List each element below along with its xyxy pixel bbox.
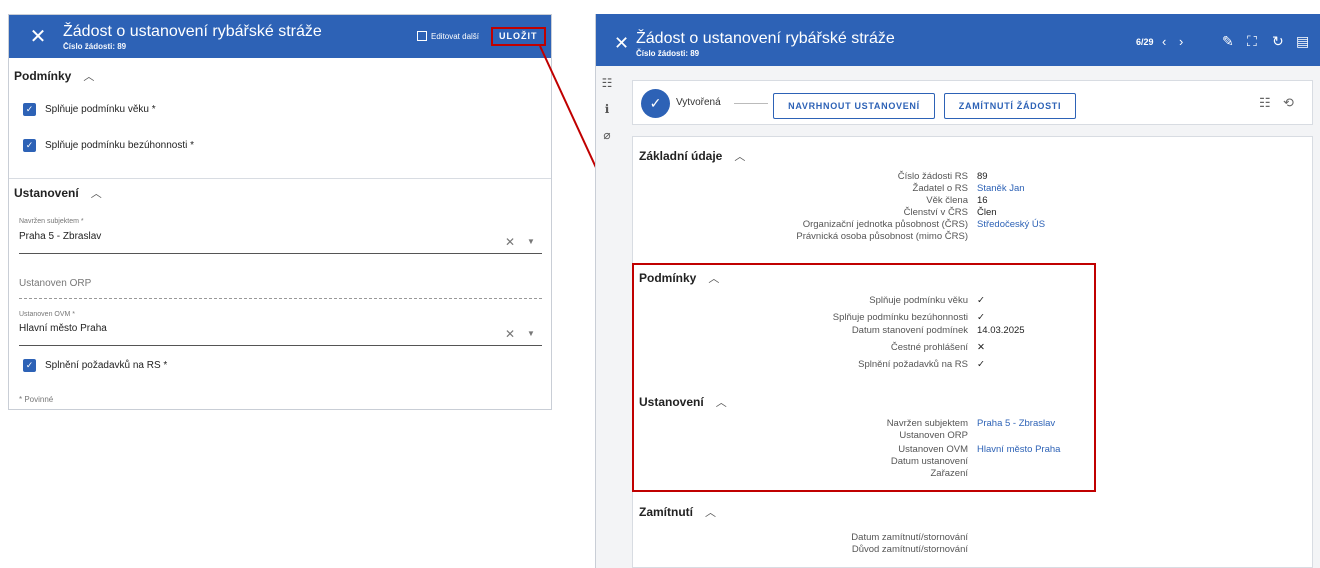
- filter-icon[interactable]: ☷: [600, 76, 614, 90]
- row-value: 16: [977, 195, 988, 206]
- basic-section-header[interactable]: Základní údaje ︿: [639, 148, 745, 164]
- row-label: Věk člena: [926, 195, 968, 206]
- row-value: 89: [977, 171, 988, 182]
- detail-header: ✕ Žádost o ustanovení rybářské stráže Čí…: [596, 14, 1320, 66]
- detail-title: Žádost o ustanovení rybářské stráže: [636, 30, 895, 47]
- status-connector: [734, 103, 768, 104]
- history-icon[interactable]: ⟲: [1283, 95, 1294, 111]
- row-label: Důvod zamítnutí/stornování: [851, 544, 968, 555]
- chevron-left-icon[interactable]: ‹: [1162, 34, 1166, 49]
- close-icon[interactable]: ✕: [614, 33, 629, 54]
- row-label: Číslo žádosti RS: [897, 171, 968, 182]
- edit-pencil-icon[interactable]: ✎: [1222, 33, 1234, 50]
- org-unit-link[interactable]: Středočeský ÚS: [977, 219, 1045, 231]
- detail-row: Důvod zamítnutí/stornování: [633, 544, 1314, 556]
- rejection-section-header[interactable]: Zamítnutí ︿: [639, 504, 716, 520]
- status-label: Vytvořená: [676, 97, 721, 108]
- row-label: Členství v ČRS: [903, 207, 968, 218]
- side-rail: ☷ ℹ ⌀: [596, 66, 618, 568]
- detail-row: Datum zamítnutí/stornování: [633, 532, 1314, 544]
- chevron-right-icon[interactable]: ›: [1179, 34, 1183, 49]
- status-card: ✓ Vytvořená NAVRHNOUT USTANOVENÍ ZAMÍTNU…: [632, 80, 1313, 125]
- status-check-icon: ✓: [641, 89, 670, 118]
- record-pager: 6/29: [1136, 37, 1154, 47]
- info-icon[interactable]: ℹ: [600, 102, 614, 116]
- refresh-icon[interactable]: ↻: [1272, 33, 1284, 50]
- row-value: Člen: [977, 207, 997, 218]
- row-label: Organizační jednotka působnost (ČRS): [802, 219, 968, 230]
- highlight-box: [632, 263, 1096, 492]
- detail-row: Věk člena 16: [633, 195, 1314, 207]
- detail-row: Organizační jednotka působnost (ČRS) Stře…: [633, 219, 1314, 231]
- row-label: Žadatel o RS: [912, 183, 968, 194]
- basic-heading: Základní údaje: [639, 149, 723, 163]
- reject-request-button[interactable]: ZAMÍTNUTÍ ŽÁDOSTI: [944, 93, 1076, 119]
- detail-row: Právnická osoba působnost (mimo ČRS): [633, 231, 1314, 243]
- chevron-up-icon[interactable]: ︿: [705, 507, 716, 519]
- propose-appointment-button[interactable]: NAVRHNOUT USTANOVENÍ: [773, 93, 935, 119]
- row-label: Datum zamítnutí/stornování: [851, 532, 968, 543]
- detail-row: Členství v ČRS Člen: [633, 207, 1314, 219]
- applicant-link[interactable]: Staněk Jan: [977, 183, 1025, 195]
- detail-row: Žadatel o RS Staněk Jan: [633, 183, 1314, 195]
- settings-sliders-icon[interactable]: ☷: [1259, 95, 1271, 111]
- chevron-up-icon[interactable]: ︿: [734, 151, 745, 163]
- screenshot-stage: ✕ Žádost o ustanovení rybářské stráže Čí…: [0, 0, 1320, 568]
- fullscreen-icon[interactable]: ⛶: [1247, 33, 1257, 50]
- rejection-heading: Zamítnutí: [639, 505, 693, 519]
- attachment-icon[interactable]: ⌀: [600, 128, 614, 142]
- detail-row: Číslo žádosti RS 89: [633, 171, 1314, 183]
- print-icon[interactable]: ▤: [1296, 33, 1309, 50]
- detail-subtitle: Číslo žádosti: 89: [636, 49, 700, 58]
- row-label: Právnická osoba působnost (mimo ČRS): [796, 231, 968, 242]
